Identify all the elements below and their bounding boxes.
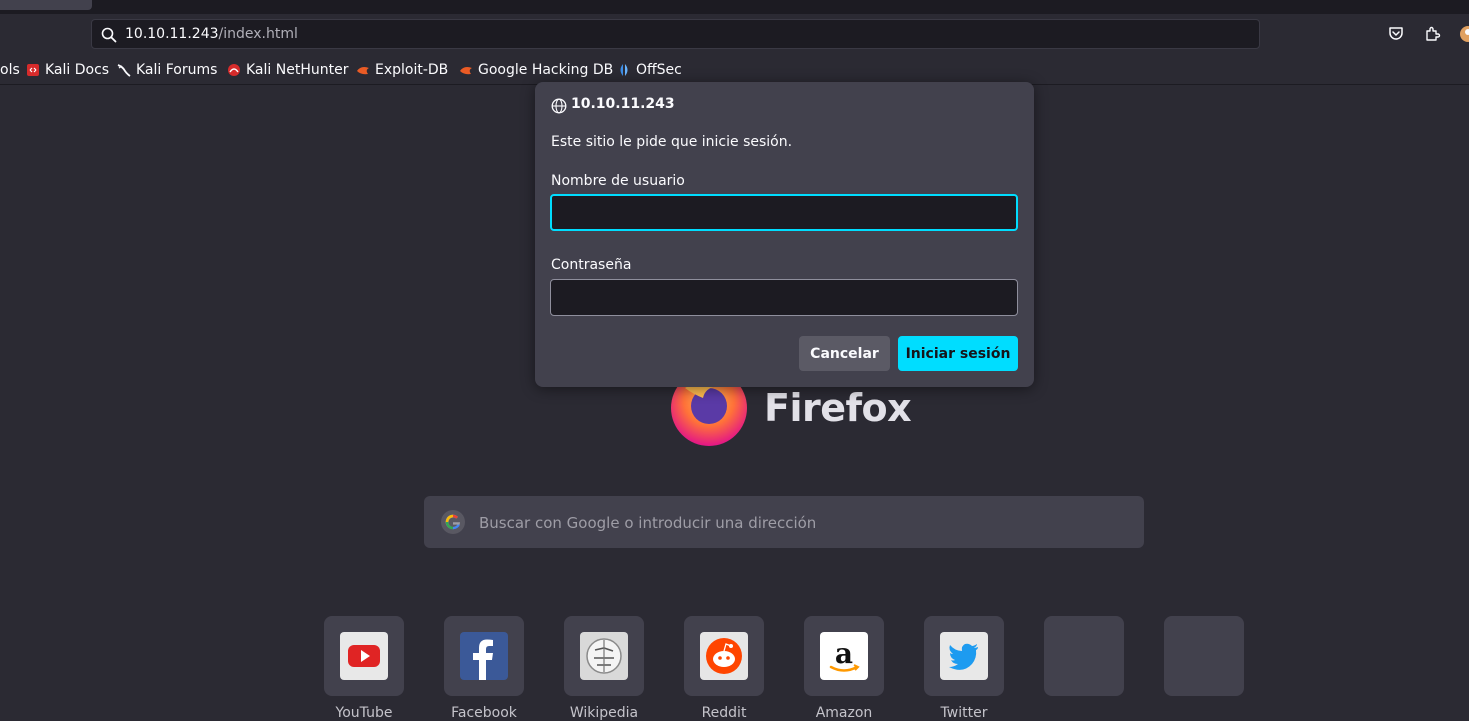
bookmark-label: ols bbox=[0, 62, 20, 78]
bookmark-label: Kali Forums bbox=[136, 62, 218, 78]
google-icon bbox=[441, 510, 465, 534]
svg-text:a: a bbox=[835, 637, 853, 670]
bookmark-offsec[interactable]: OffSec bbox=[617, 61, 682, 79]
bookmark-label: OffSec bbox=[636, 62, 682, 78]
wikipedia-icon bbox=[580, 632, 628, 680]
pocket-icon[interactable] bbox=[1387, 25, 1405, 43]
bookmark-kali-docs[interactable]: Kali Docs bbox=[26, 61, 109, 79]
address-bar[interactable]: 10.10.11.243/index.html bbox=[91, 19, 1260, 49]
offsec-icon bbox=[620, 64, 628, 76]
search-icon bbox=[101, 27, 117, 43]
bookmark-label: Google Hacking DB bbox=[478, 62, 614, 78]
url-host: 10.10.11.243 bbox=[125, 26, 219, 42]
username-input[interactable] bbox=[550, 194, 1018, 231]
top-site-empty[interactable] bbox=[1164, 616, 1244, 696]
bookmark-label: Kali Docs bbox=[45, 62, 110, 78]
globe-icon bbox=[551, 98, 567, 114]
password-label: Contraseña bbox=[551, 257, 632, 273]
top-site-label: Reddit bbox=[701, 705, 747, 721]
web-search-box[interactable] bbox=[424, 496, 1144, 548]
nethunter-icon bbox=[228, 64, 240, 76]
url-text[interactable]: 10.10.11.243/index.html bbox=[125, 25, 298, 43]
reddit-icon bbox=[700, 632, 748, 680]
url-path: /index.html bbox=[218, 26, 298, 42]
login-button[interactable]: Iniciar sesión bbox=[898, 336, 1018, 371]
username-label: Nombre de usuario bbox=[551, 173, 685, 189]
ghdb-icon bbox=[460, 67, 472, 75]
navigation-bar: 10.10.11.243/index.html bbox=[0, 14, 1469, 56]
bookmark-tools[interactable]: ols bbox=[0, 61, 20, 79]
kali-dragon-icon bbox=[117, 64, 131, 77]
extensions-icon[interactable] bbox=[1423, 25, 1441, 43]
bookmark-label: Kali NetHunter bbox=[246, 62, 349, 78]
search-input[interactable] bbox=[477, 509, 1121, 537]
login-dialog: 10.10.11.243 Este sitio le pide que inic… bbox=[535, 82, 1034, 387]
twitter-icon bbox=[940, 632, 988, 680]
top-site-label: Wikipedia bbox=[569, 705, 639, 721]
password-input[interactable] bbox=[550, 279, 1018, 316]
top-site-twitter[interactable] bbox=[924, 616, 1004, 696]
top-site-label: Twitter bbox=[940, 705, 988, 721]
top-site-wikipedia[interactable] bbox=[564, 616, 644, 696]
bookmark-kali-nethunter[interactable]: Kali NetHunter bbox=[227, 61, 348, 79]
dialog-host: 10.10.11.243 bbox=[571, 96, 675, 112]
top-site-amazon[interactable]: a bbox=[804, 616, 884, 696]
bookmarks-toolbar: ols Kali Docs Kali Forums Kali NetHunter… bbox=[0, 56, 1469, 85]
cancel-button[interactable]: Cancelar bbox=[799, 336, 890, 371]
amazon-icon: a bbox=[820, 632, 868, 680]
tab-strip bbox=[0, 0, 1469, 14]
top-site-youtube[interactable] bbox=[324, 616, 404, 696]
top-site-facebook[interactable] bbox=[444, 616, 524, 696]
bookmark-kali-forums[interactable]: Kali Forums bbox=[117, 61, 217, 79]
top-site-reddit[interactable] bbox=[684, 616, 764, 696]
bookmark-label: Exploit-DB bbox=[375, 62, 449, 78]
top-site-label: YouTube bbox=[335, 705, 393, 721]
exploit-db-icon bbox=[357, 67, 369, 75]
dialog-message: Este sitio le pide que inicie sesión. bbox=[551, 134, 793, 150]
youtube-icon bbox=[340, 632, 388, 680]
bookmark-google-hacking-db[interactable]: Google Hacking DB bbox=[459, 61, 613, 79]
profile-icon[interactable] bbox=[1459, 25, 1469, 43]
facebook-icon bbox=[460, 632, 508, 680]
firefox-wordmark: Firefox bbox=[764, 386, 912, 430]
bookmark-exploit-db[interactable]: Exploit-DB bbox=[356, 61, 448, 79]
top-site-empty[interactable] bbox=[1044, 616, 1124, 696]
browser-tab[interactable] bbox=[0, 0, 92, 10]
top-site-label: Amazon bbox=[815, 705, 873, 721]
top-site-label: Facebook bbox=[451, 705, 517, 721]
kali-docs-icon bbox=[27, 64, 39, 76]
